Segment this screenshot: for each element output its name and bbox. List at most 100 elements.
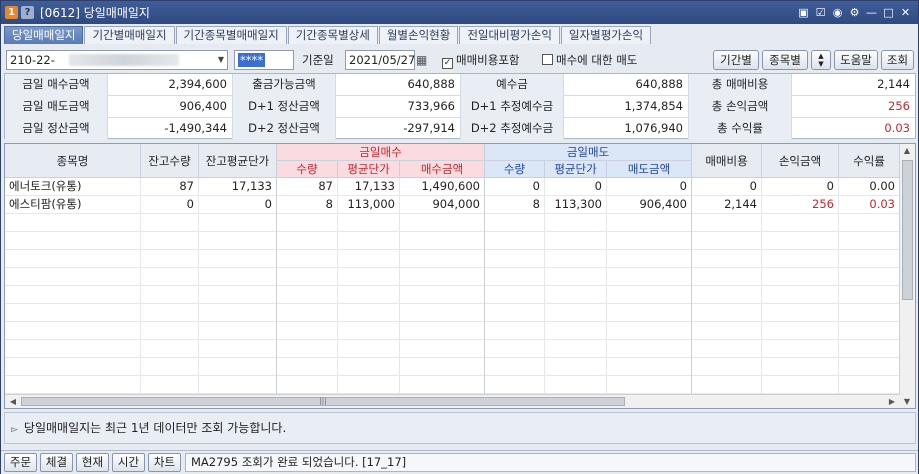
cell-sell-qty xyxy=(485,286,545,304)
settings-icon[interactable]: ⚙ xyxy=(846,4,863,21)
up-down-spin-icon[interactable]: ▲ ▼ xyxy=(811,50,831,70)
current-price-button[interactable]: 현재 xyxy=(76,453,109,472)
col-header-fee[interactable]: 매매비용 xyxy=(692,144,762,178)
time-button[interactable]: 시간 xyxy=(112,453,145,472)
empty-table-row[interactable] xyxy=(5,322,900,340)
cell-stock-name xyxy=(5,268,141,286)
empty-table-row[interactable] xyxy=(5,214,900,232)
vertical-scroll-thumb[interactable] xyxy=(902,160,913,300)
tab-period-stock-journal[interactable]: 기간종목별매매일지 xyxy=(175,26,287,44)
col-header-sell-qty[interactable]: 수량 xyxy=(485,161,545,178)
cell-hold-avg xyxy=(199,358,277,376)
cell-fee xyxy=(692,340,762,358)
empty-table-row[interactable] xyxy=(5,340,900,358)
col-header-sell-avg[interactable]: 평균단가 xyxy=(545,161,607,178)
table-row[interactable]: 에스티팜(유통) 0 0 8 113,000 904,000 8 113,300 906,400… xyxy=(5,196,900,214)
tab-daily-eval[interactable]: 일자별평가손익 xyxy=(560,26,652,44)
help-badge[interactable]: ? xyxy=(21,6,34,19)
cell-hold-avg xyxy=(199,268,277,286)
account-select[interactable]: 210-22- ▼ xyxy=(6,50,228,70)
title-bar[interactable]: 1 ? [0612] 당일매매일지 ▣ ☑ ◉ ⚙ — □ ✕ xyxy=(1,1,918,24)
horizontal-scrollbar[interactable]: ◀ ||| ▶ xyxy=(5,394,900,408)
col-header-hold-avg[interactable]: 잔고평균단가 xyxy=(199,144,277,178)
cell-buy-amount xyxy=(400,376,485,394)
vertical-scrollbar[interactable]: ▲ ▼ xyxy=(899,144,915,408)
execution-button[interactable]: 체결 xyxy=(40,453,73,472)
cell-hold-avg xyxy=(199,232,277,250)
date-input[interactable]: 2021/05/27 xyxy=(345,50,415,70)
col-header-name[interactable]: 종목명 xyxy=(5,144,141,178)
summary-label: D+2 정산금액 xyxy=(233,118,336,140)
cell-sell-avg xyxy=(545,304,607,322)
tab-prev-day-eval[interactable]: 전일대비평가손익 xyxy=(459,26,560,44)
help-button[interactable]: 도움말 xyxy=(834,50,878,70)
cell-hold-avg xyxy=(199,322,277,340)
scroll-up-icon[interactable]: ▲ xyxy=(900,146,914,155)
scroll-left-icon[interactable]: ◀ xyxy=(6,397,20,406)
horizontal-scroll-thumb[interactable]: ||| xyxy=(21,397,625,406)
fee-include-checkbox[interactable]: ✓ 매매비용포함 xyxy=(442,50,519,70)
memo-icon[interactable]: ▣ xyxy=(795,4,812,21)
empty-table-row[interactable] xyxy=(5,304,900,322)
summary-label: 예수금 xyxy=(461,74,564,96)
col-header-pnl[interactable]: 손익금액 xyxy=(762,144,839,178)
camera-icon[interactable]: ◉ xyxy=(829,4,846,21)
chart-button[interactable]: 차트 xyxy=(148,453,181,472)
cell-pnl xyxy=(762,232,839,250)
close-icon[interactable]: ✕ xyxy=(897,4,914,21)
col-header-buy-qty[interactable]: 수량 xyxy=(277,161,338,178)
account-masked xyxy=(68,54,179,66)
info-bullet-icon: ▻ xyxy=(11,425,18,435)
minimize-icon[interactable]: — xyxy=(863,4,880,21)
summary-value: 733,966 xyxy=(336,96,461,118)
scroll-right-icon[interactable]: ▶ xyxy=(885,397,899,406)
trade-grid[interactable]: 종목명 잔고수량 잔고평균단가 금일매수 수량 평균단가 매수금액 금일매도 수… xyxy=(4,143,916,409)
empty-table-row[interactable] xyxy=(5,250,900,268)
sell-against-buy-checkbox[interactable]: 매수에 대한 매도 xyxy=(542,50,637,70)
period-button[interactable]: 기간별 xyxy=(713,50,759,70)
cell-buy-amount xyxy=(400,250,485,268)
empty-table-row[interactable] xyxy=(5,286,900,304)
cell-stock-name: 에스티팜(유통) xyxy=(5,196,141,214)
checklist-icon[interactable]: ☑ xyxy=(812,4,829,21)
summary-label: 출금가능금액 xyxy=(233,74,336,96)
stock-button[interactable]: 종목별 xyxy=(762,50,808,70)
col-header-rate[interactable]: 수익률 xyxy=(839,144,900,178)
tab-monthly-pnl[interactable]: 월별손익현황 xyxy=(378,26,459,44)
status-bar: 주문 체결 현재 시간 차트 MA2795 조회가 완료 되었습니다. [17_… xyxy=(1,450,918,474)
screen-number-badge[interactable]: 1 xyxy=(5,6,18,19)
col-header-buy-avg[interactable]: 평균단가 xyxy=(338,161,400,178)
maximize-icon[interactable]: □ xyxy=(880,4,897,21)
cell-sell-amount xyxy=(607,322,692,340)
dropdown-arrow-icon[interactable]: ▼ xyxy=(218,51,224,69)
scroll-down-icon[interactable]: ▼ xyxy=(900,397,914,406)
checkbox-checked-icon[interactable]: ✓ xyxy=(442,58,453,69)
calendar-icon[interactable]: ▦ xyxy=(416,50,427,70)
cell-hold-qty xyxy=(141,232,199,250)
empty-table-row[interactable] xyxy=(5,376,900,394)
col-header-buy-amount[interactable]: 매수금액 xyxy=(400,161,485,178)
cell-rate: 0.00 xyxy=(839,178,900,196)
checkbox-unchecked-icon[interactable] xyxy=(542,54,553,65)
tab-daily-journal[interactable]: 당일매매일지 xyxy=(4,26,84,44)
table-row[interactable]: 에너토크(유통) 87 17,133 87 17,133 1,490,600 0 0 0 0 0 0.… xyxy=(5,178,900,196)
cell-pnl: 256 xyxy=(762,196,839,214)
order-button[interactable]: 주문 xyxy=(4,453,37,472)
tab-period-stock-detail[interactable]: 기간종목별상세 xyxy=(287,26,378,44)
cell-pnl xyxy=(762,286,839,304)
col-header-hold-qty[interactable]: 잔고수량 xyxy=(141,144,199,178)
password-field[interactable]: **** xyxy=(234,50,294,70)
cell-buy-avg xyxy=(338,304,400,322)
col-header-sell-amount[interactable]: 매도금액 xyxy=(607,161,692,178)
cell-sell-avg xyxy=(545,376,607,394)
empty-table-row[interactable] xyxy=(5,268,900,286)
cell-pnl xyxy=(762,376,839,394)
query-button[interactable]: 조회 xyxy=(881,50,914,70)
cell-buy-avg xyxy=(338,358,400,376)
tab-period-journal[interactable]: 기간별매매일지 xyxy=(84,26,175,44)
empty-table-row[interactable] xyxy=(5,358,900,376)
empty-table-row[interactable] xyxy=(5,232,900,250)
cell-sell-amount xyxy=(607,340,692,358)
cell-hold-avg: 17,133 xyxy=(199,178,277,196)
summary-label: D+1 추정예수금 xyxy=(461,96,564,118)
